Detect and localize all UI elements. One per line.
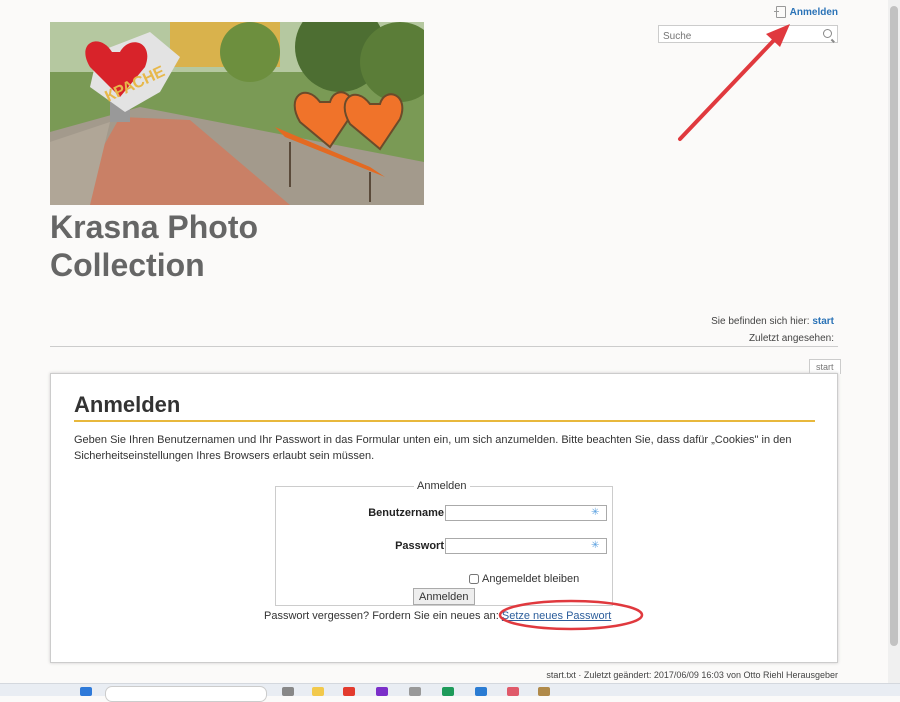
hero-photo-illustration: КРАСНЕ	[50, 22, 424, 205]
taskbar-search[interactable]	[105, 686, 267, 702]
reset-password-link[interactable]: Setze neues Passwort	[502, 610, 611, 622]
annotation-arrow	[678, 36, 778, 141]
password-manager-icon[interactable]: ✳	[591, 541, 601, 551]
app-icon[interactable]	[538, 687, 550, 696]
username-label: Benutzername	[368, 507, 444, 519]
browser-icon[interactable]	[343, 687, 355, 696]
breadcrumb-label: Sie befinden sich hier:	[711, 316, 810, 327]
calendar-icon[interactable]	[507, 687, 519, 696]
file-explorer-icon[interactable]	[312, 687, 324, 696]
search-icon[interactable]	[823, 29, 832, 38]
password-label: Passwort	[395, 540, 444, 552]
last-viewed: Zuletzt angesehen:	[748, 333, 834, 344]
password-row: Passwort ✳	[276, 538, 614, 556]
app-icon[interactable]	[409, 687, 421, 696]
login-form-legend: Anmelden	[417, 480, 467, 492]
header-divider	[50, 346, 838, 347]
os-taskbar	[0, 683, 900, 702]
login-icon	[773, 6, 786, 18]
remember-checkbox[interactable]	[469, 574, 479, 584]
site-title[interactable]: Krasna Photo Collection	[50, 208, 350, 284]
page-id-tab: start	[809, 359, 841, 374]
login-intro-text: Geben Sie Ihren Benutzernamen und Ihr Pa…	[74, 434, 792, 462]
remember-me[interactable]: Angemeldet bleiben	[469, 573, 579, 585]
app-icon[interactable]	[475, 687, 487, 696]
forgot-password-text: Passwort vergessen? Fordern Sie ein neue…	[264, 610, 499, 622]
top-login-link[interactable]: Anmelden	[773, 6, 838, 18]
page-footer: start.txt · Zuletzt geändert: 2017/06/09…	[546, 670, 838, 680]
search-input[interactable]	[659, 28, 817, 45]
search-box	[658, 25, 838, 45]
page-title: Anmelden	[74, 392, 181, 417]
vertical-scrollbar[interactable]	[888, 0, 900, 684]
site-title-line2[interactable]: Collection	[50, 246, 350, 284]
heading-rule	[74, 420, 815, 422]
breadcrumb-link-start[interactable]: start	[812, 316, 834, 327]
task-view-icon[interactable]	[282, 687, 294, 696]
windows-start-icon[interactable]	[80, 687, 92, 696]
scrollbar-thumb[interactable]	[890, 6, 898, 646]
login-form: Anmelden Benutzername ✳ Passwort ✳ Angem…	[275, 480, 613, 606]
hero-image: КРАСНЕ	[50, 22, 424, 205]
username-field[interactable]	[445, 505, 607, 521]
username-row: Benutzername ✳	[276, 505, 614, 523]
remember-label[interactable]: Angemeldet bleiben	[482, 573, 579, 585]
app-icon[interactable]	[376, 687, 388, 696]
password-field[interactable]	[445, 538, 607, 554]
password-manager-icon[interactable]: ✳	[591, 508, 601, 518]
forgot-password: Passwort vergessen? Fordern Sie ein neue…	[264, 610, 611, 622]
top-login-label[interactable]: Anmelden	[790, 7, 838, 18]
app-icon[interactable]	[442, 687, 454, 696]
site-title-line1[interactable]: Krasna Photo	[50, 208, 350, 246]
content-panel: Anmelden Geben Sie Ihren Benutzernamen u…	[50, 373, 838, 663]
breadcrumb: Sie befinden sich hier: start	[711, 316, 834, 327]
login-submit-button[interactable]: Anmelden	[413, 588, 475, 605]
